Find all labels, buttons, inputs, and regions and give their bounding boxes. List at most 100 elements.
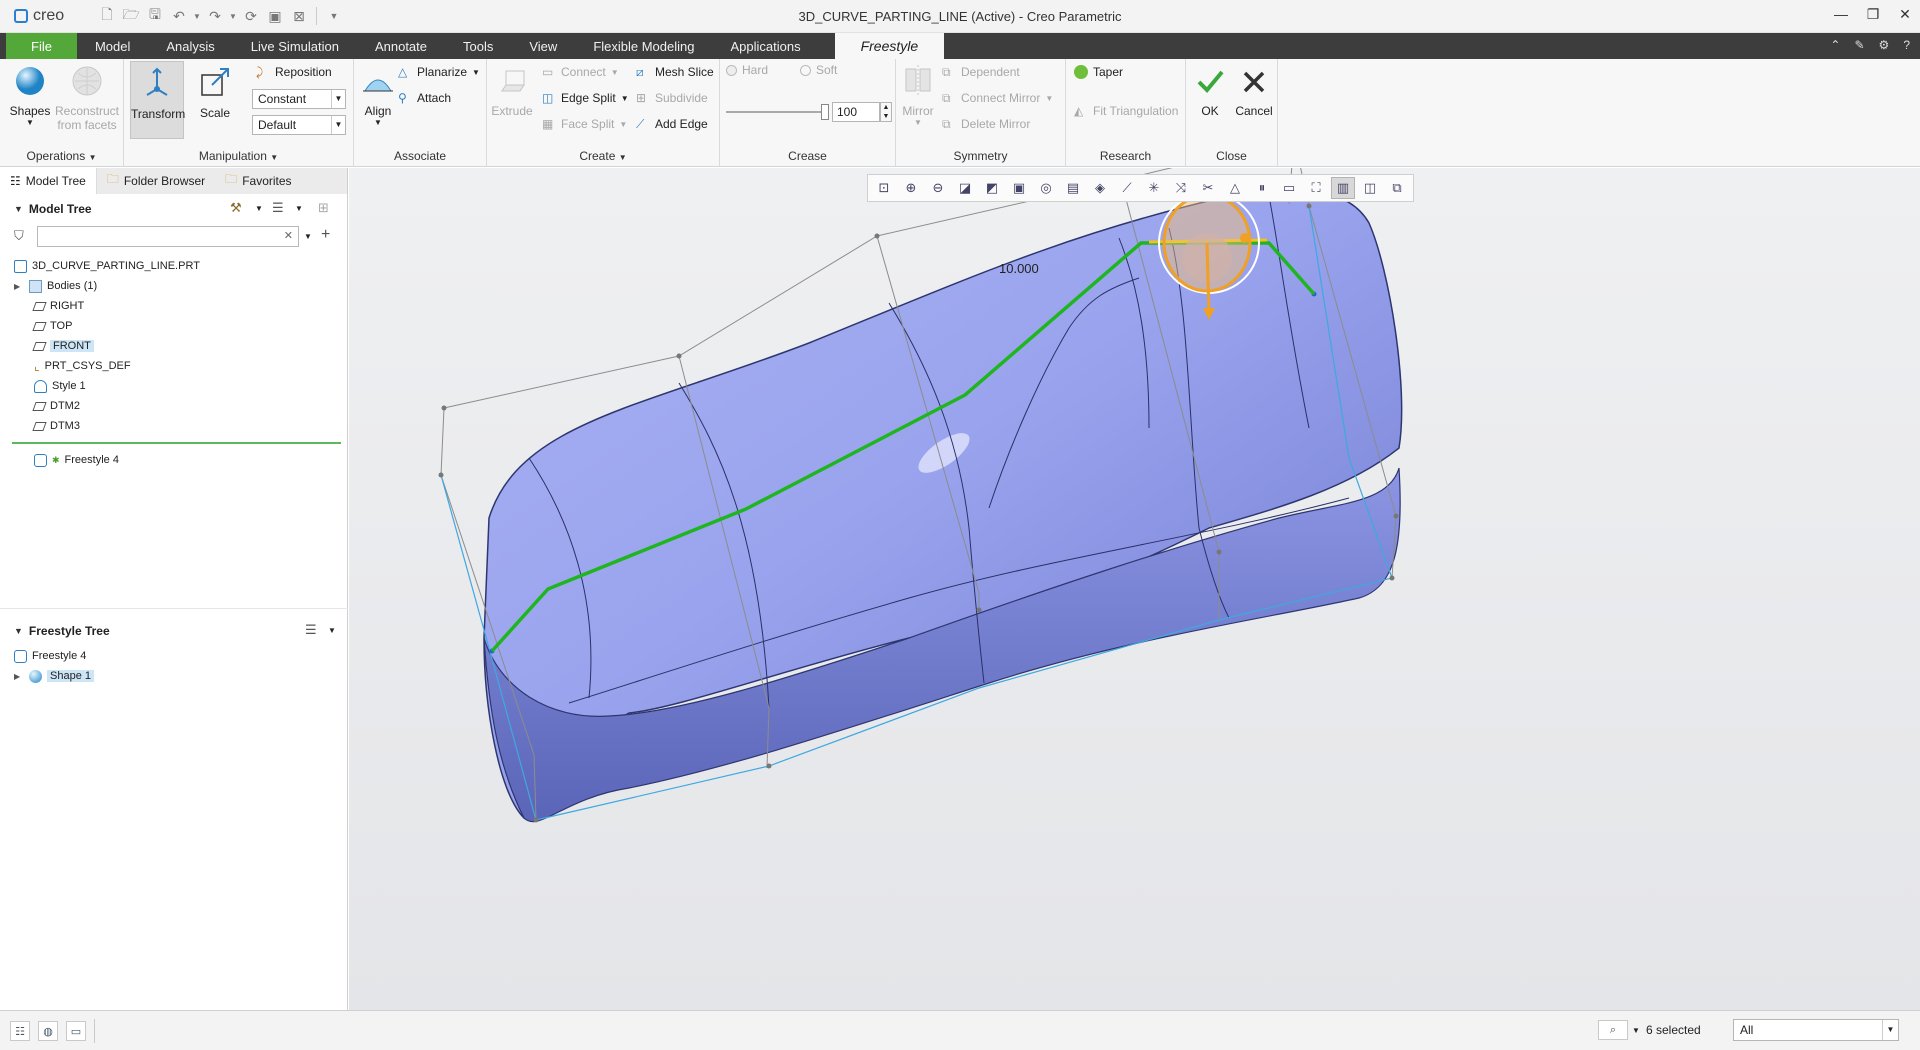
redo-dropdown-icon[interactable]: ▼: [228, 5, 238, 27]
tab-tools[interactable]: Tools: [445, 33, 511, 59]
reposition-button[interactable]: ⤸ Reposition: [256, 65, 332, 79]
freestyle-show-icon[interactable]: ☰: [305, 622, 317, 638]
tree-item-part[interactable]: 3D_CURVE_PARTING_LINE.PRT: [14, 257, 200, 275]
edge-split-button[interactable]: ◫ Edge Split ▼: [542, 91, 629, 105]
filter-icon[interactable]: ⛉: [14, 228, 24, 244]
redo-icon[interactable]: ↷: [204, 5, 226, 27]
crease-spinner[interactable]: ▲ ▼: [880, 102, 892, 122]
delete-mirror-button[interactable]: ⧉ Delete Mirror: [942, 117, 1030, 131]
tab-folder-browser[interactable]: 🗀 Folder Browser: [96, 167, 216, 194]
tree-settings-icon[interactable]: ⊞: [318, 200, 329, 216]
reconstruct-button[interactable]: Reconstruct from facets: [52, 65, 122, 132]
model-tree-header[interactable]: ▼ Model Tree: [14, 202, 92, 216]
tab-model[interactable]: Model: [77, 33, 148, 59]
repaint-icon[interactable]: ◪: [953, 177, 977, 199]
tab-analysis[interactable]: Analysis: [148, 33, 232, 59]
tab-flexible-modeling[interactable]: Flexible Modeling: [575, 33, 712, 59]
extrude-button[interactable]: Extrude: [491, 65, 533, 118]
full-screen-icon[interactable]: ▭: [66, 1021, 86, 1041]
cage-toggle-icon[interactable]: ▥: [1331, 177, 1355, 199]
spin-center-icon[interactable]: ⤨: [1169, 177, 1193, 199]
undo-icon[interactable]: ↶: [168, 5, 190, 27]
shaded-icon[interactable]: △: [1223, 177, 1247, 199]
undo-dropdown-icon[interactable]: ▼: [192, 5, 202, 27]
tree-item-style[interactable]: Style 1: [34, 377, 86, 395]
manipulation-group-label[interactable]: Manipulation ▼: [124, 149, 353, 163]
crease-slider-thumb[interactable]: [821, 104, 829, 120]
find-button[interactable]: ⌕ ▼: [1598, 1020, 1640, 1040]
add-filter-icon[interactable]: +: [321, 226, 330, 244]
collapse-ribbon-icon[interactable]: ⌃: [1830, 38, 1840, 52]
create-group-label[interactable]: Create ▼: [487, 149, 719, 163]
minimize-icon[interactable]: —: [1834, 6, 1848, 23]
fit-triangulation-button[interactable]: ◭ Fit Triangulation: [1074, 104, 1178, 118]
constant-dropdown[interactable]: Constant ▼: [252, 89, 346, 109]
dimension-label[interactable]: 10.000: [999, 261, 1039, 276]
find-dropdown-icon[interactable]: ▼: [1632, 1026, 1640, 1035]
browser-toggle-icon[interactable]: ◍: [38, 1021, 58, 1041]
freestyle-tree-root[interactable]: Freestyle 4: [14, 647, 86, 665]
expand-triangle-icon[interactable]: ▶: [14, 672, 24, 681]
tree-item-top[interactable]: TOP: [32, 317, 72, 335]
dependent-button[interactable]: ⧉ Dependent: [942, 65, 1020, 79]
mirror-display-icon[interactable]: ⧉: [1385, 177, 1409, 199]
tree-item-front[interactable]: FRONT: [32, 337, 94, 355]
mesh-display-icon[interactable]: ✂: [1196, 177, 1220, 199]
fit-display-icon[interactable]: ⛶: [1304, 177, 1328, 199]
display-style-icon[interactable]: ▣: [1007, 177, 1031, 199]
tree-item-bodies[interactable]: ▶ Bodies (1): [14, 277, 97, 295]
add-edge-button[interactable]: ⟋ Add Edge: [636, 117, 708, 131]
model-canvas[interactable]: [349, 168, 1920, 1010]
subdivide-button[interactable]: ⊞ Subdivide: [636, 91, 708, 105]
ok-button[interactable]: OK: [1190, 67, 1230, 118]
tree-item-freestyle-active[interactable]: ✱ Freestyle 4: [34, 451, 119, 469]
operations-group-label[interactable]: Operations ▼: [0, 149, 123, 163]
tab-favorites[interactable]: 🗀 Favorites: [215, 167, 347, 194]
selection-filter-dropdown[interactable]: All ▼: [1733, 1019, 1899, 1041]
search-dropdown-icon[interactable]: ▼: [304, 232, 312, 241]
scale-button[interactable]: Scale: [192, 65, 238, 120]
mirror-button[interactable]: Mirror ▼: [898, 65, 938, 127]
expand-triangle-icon[interactable]: ▶: [14, 282, 24, 291]
freestyle-show-dropdown-icon[interactable]: ▼: [328, 626, 336, 635]
clear-search-icon[interactable]: ✕: [284, 229, 293, 242]
new-file-icon[interactable]: 🗋: [96, 5, 118, 27]
maximize-icon[interactable]: ❐: [1866, 6, 1880, 23]
refit-icon[interactable]: ⊡: [872, 177, 896, 199]
saved-orientations-icon[interactable]: ◎: [1034, 177, 1058, 199]
dragger-axis[interactable]: [1205, 242, 1211, 314]
datum-display-icon[interactable]: ⟋: [1115, 177, 1139, 199]
close-icon[interactable]: ✕: [1898, 6, 1912, 23]
zoom-out-icon[interactable]: ⊖: [926, 177, 950, 199]
binoculars-icon[interactable]: ⌕: [1598, 1020, 1628, 1040]
windows-icon[interactable]: ▣: [264, 5, 286, 27]
tree-item-csys[interactable]: ⌞ PRT_CSYS_DEF: [34, 357, 131, 375]
annotation-display-icon[interactable]: ✳: [1142, 177, 1166, 199]
graphics-viewport[interactable]: 10.000 ⊡ ⊕ ⊖ ◪ ◩ ▣ ◎ ▤ ◈ ⟋ ✳ ⤨ ✂ △ ⏸ ▭ ⛶…: [349, 168, 1920, 1010]
taper-button[interactable]: Taper: [1074, 65, 1123, 79]
mesh-slice-button[interactable]: ⧄ Mesh Slice: [636, 65, 714, 79]
regenerate-icon[interactable]: ⟳: [240, 5, 262, 27]
tab-applications[interactable]: Applications: [712, 33, 818, 59]
close-window-icon[interactable]: ⊠: [288, 5, 310, 27]
planarize-button[interactable]: △ Planarize ▼: [398, 65, 480, 79]
cancel-button[interactable]: Cancel: [1232, 67, 1276, 118]
dragger-handle[interactable]: [1240, 233, 1250, 243]
tab-file[interactable]: File: [6, 33, 77, 59]
graphics-toolbar-icon[interactable]: ✎: [1854, 38, 1864, 52]
open-file-icon[interactable]: 🗁: [120, 5, 142, 27]
shapes-button[interactable]: Shapes ▼: [8, 65, 52, 127]
tab-model-tree[interactable]: ☷ Model Tree: [0, 167, 97, 194]
default-dropdown[interactable]: Default ▼: [252, 115, 346, 135]
view-manager-icon[interactable]: ▤: [1061, 177, 1085, 199]
settings-icon[interactable]: ⚙: [1879, 38, 1890, 52]
pause-icon[interactable]: ⏸: [1250, 177, 1274, 199]
tree-tools-dropdown-icon[interactable]: ▼: [255, 204, 263, 213]
perspective-icon[interactable]: ◩: [980, 177, 1004, 199]
tab-freestyle[interactable]: Freestyle: [834, 33, 945, 59]
tree-tools-icon[interactable]: ⚒: [230, 200, 242, 216]
tree-item-dtm3[interactable]: DTM3: [32, 417, 80, 435]
cage-display-icon[interactable]: ▭: [1277, 177, 1301, 199]
help-icon[interactable]: ?: [1903, 38, 1910, 52]
zoom-in-icon[interactable]: ⊕: [899, 177, 923, 199]
